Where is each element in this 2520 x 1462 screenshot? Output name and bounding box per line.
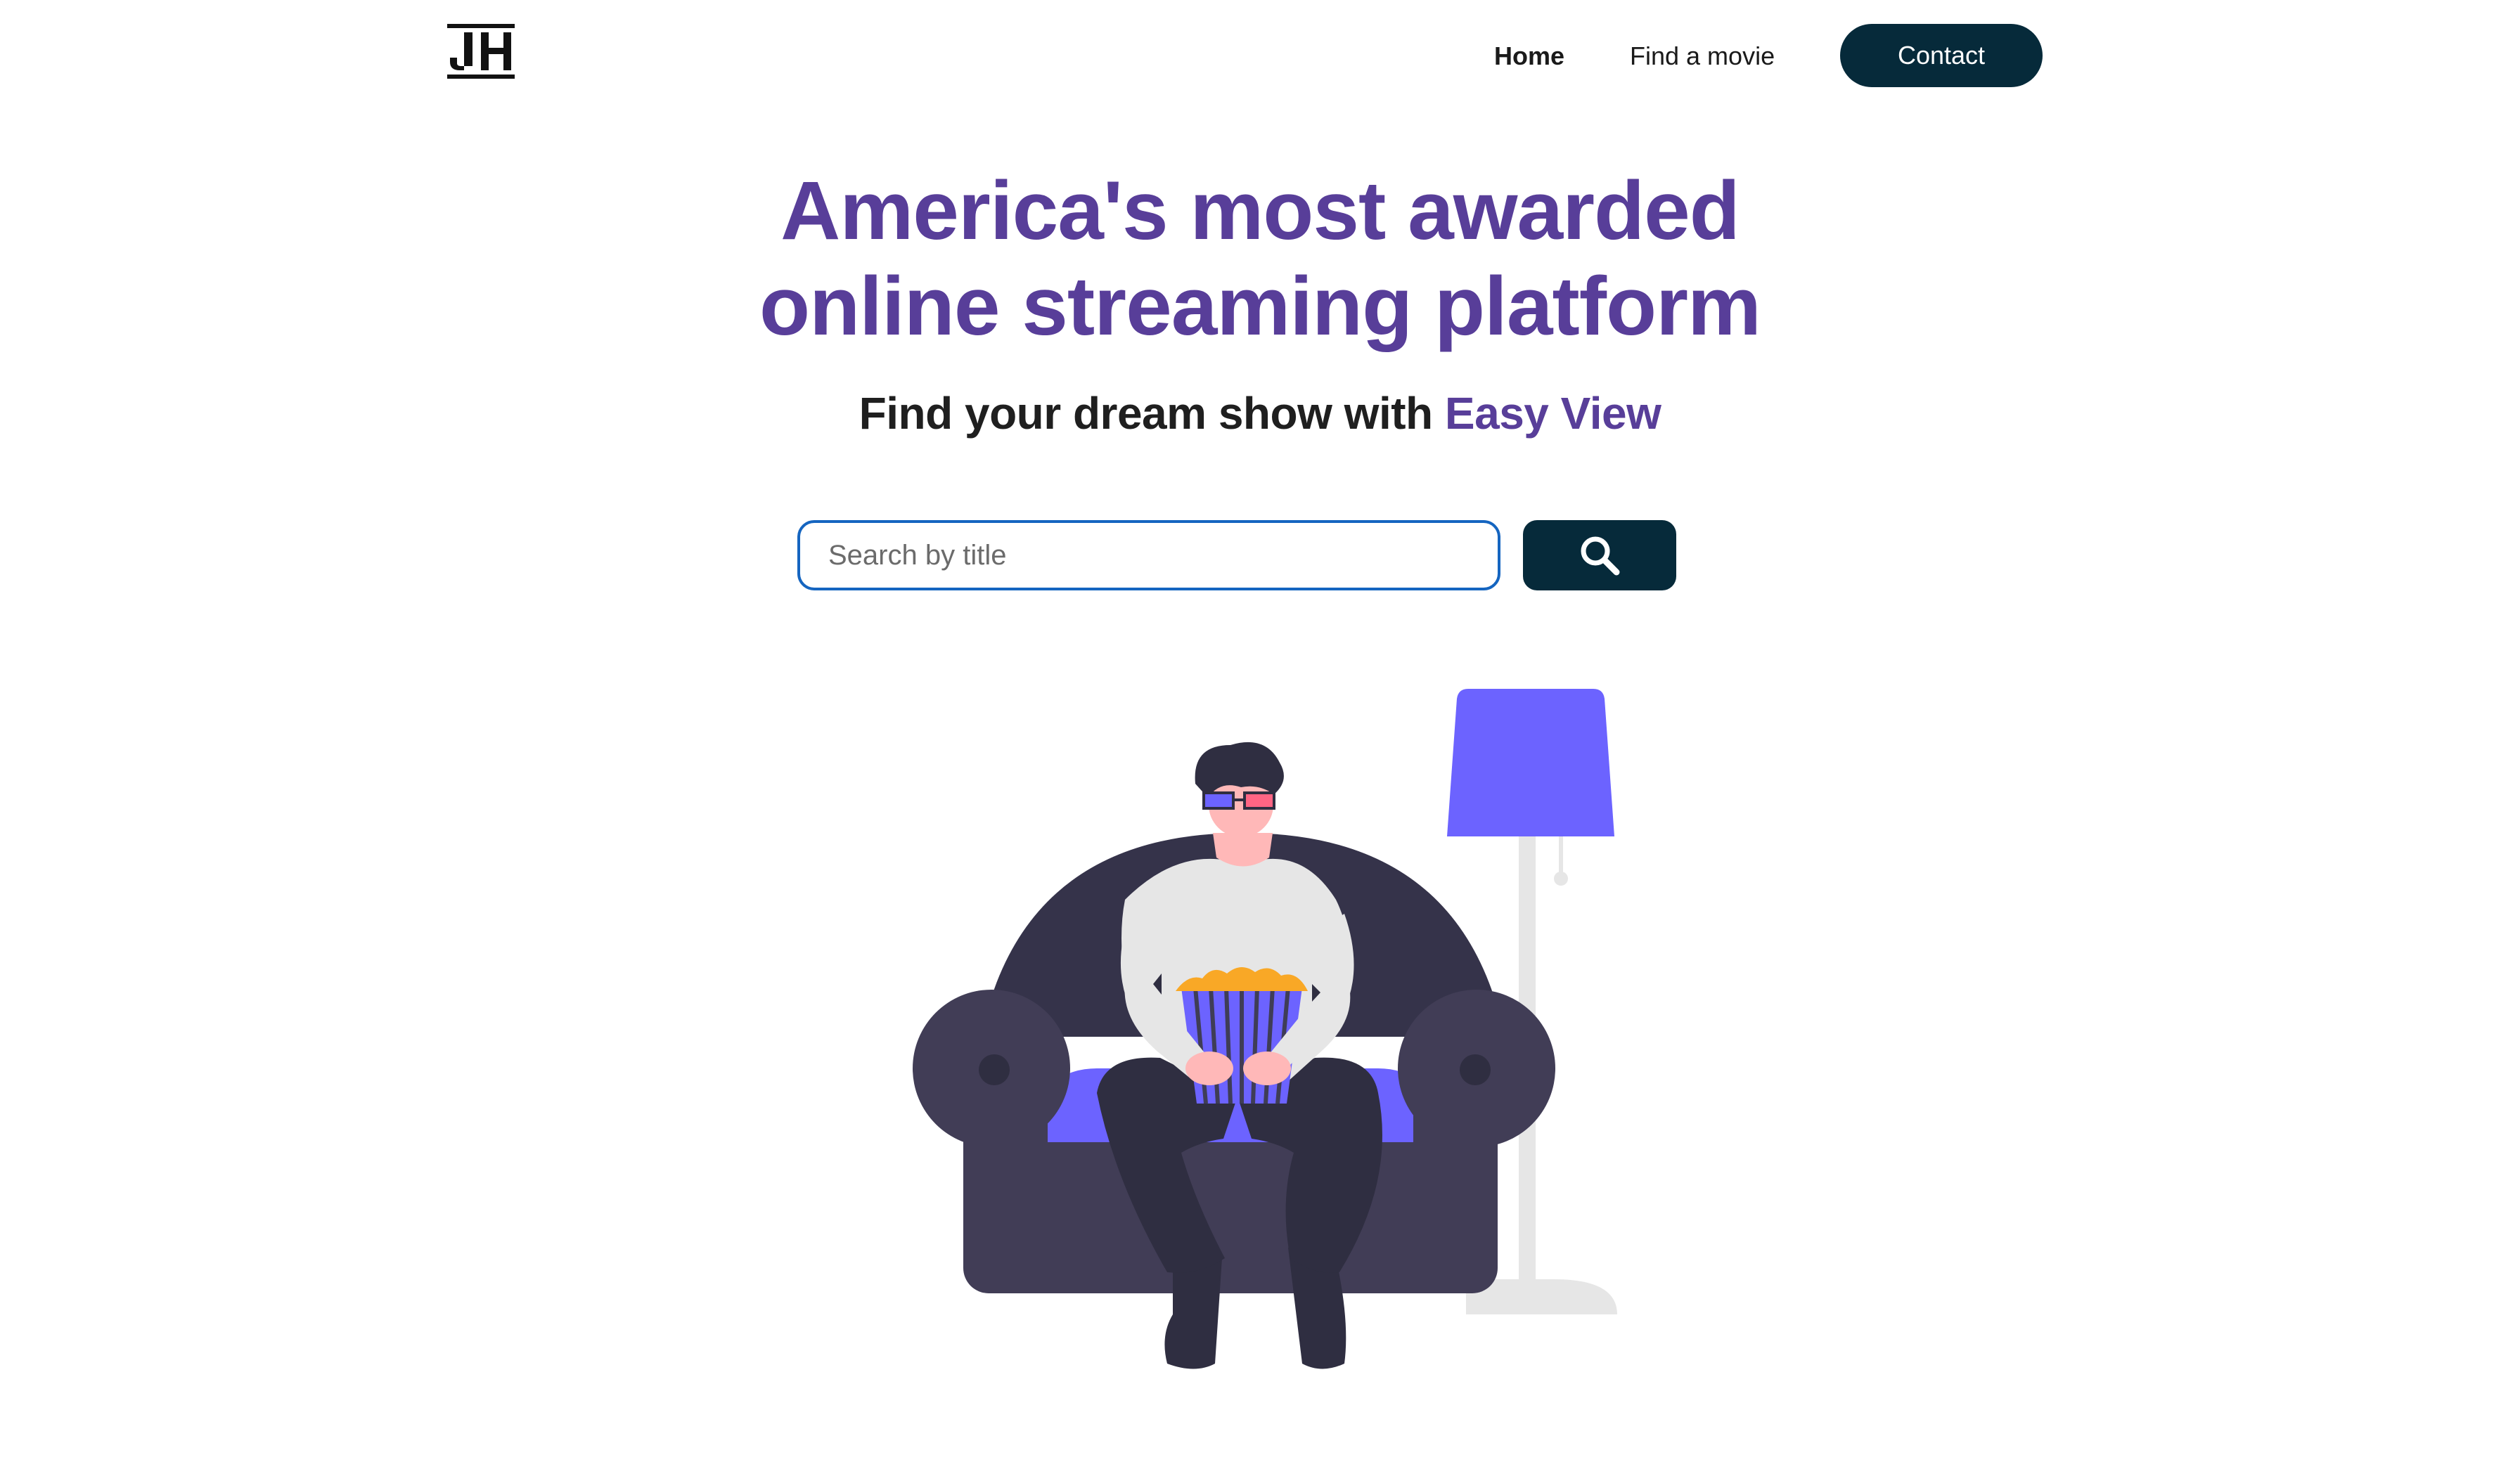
search-input[interactable] bbox=[797, 520, 1500, 590]
hero-subtitle: Find your dream show with Easy View bbox=[0, 385, 2520, 441]
nav-home-link[interactable]: Home bbox=[1494, 41, 1564, 72]
logo[interactable] bbox=[447, 24, 515, 79]
hero-title-line-2: online streaming platform bbox=[759, 260, 1761, 353]
contact-button[interactable]: Contact bbox=[1840, 24, 2043, 87]
page: Home Find a movie Contact America's most… bbox=[0, 0, 2520, 1462]
person-watching-illustration bbox=[913, 689, 1617, 1369]
hero-title: America's most awarded online streaming … bbox=[0, 163, 2520, 354]
nav-find-movie-link[interactable]: Find a movie bbox=[1630, 41, 1775, 72]
hero-title-line-1: America's most awarded bbox=[780, 164, 1740, 257]
search-button[interactable] bbox=[1523, 520, 1676, 590]
hero-subtitle-text: Find your dream show with bbox=[859, 388, 1434, 439]
hero-illustration bbox=[907, 682, 1638, 1371]
search-icon bbox=[1581, 536, 1620, 576]
brand-name: Easy View bbox=[1444, 388, 1661, 439]
logo-mark bbox=[447, 24, 515, 79]
